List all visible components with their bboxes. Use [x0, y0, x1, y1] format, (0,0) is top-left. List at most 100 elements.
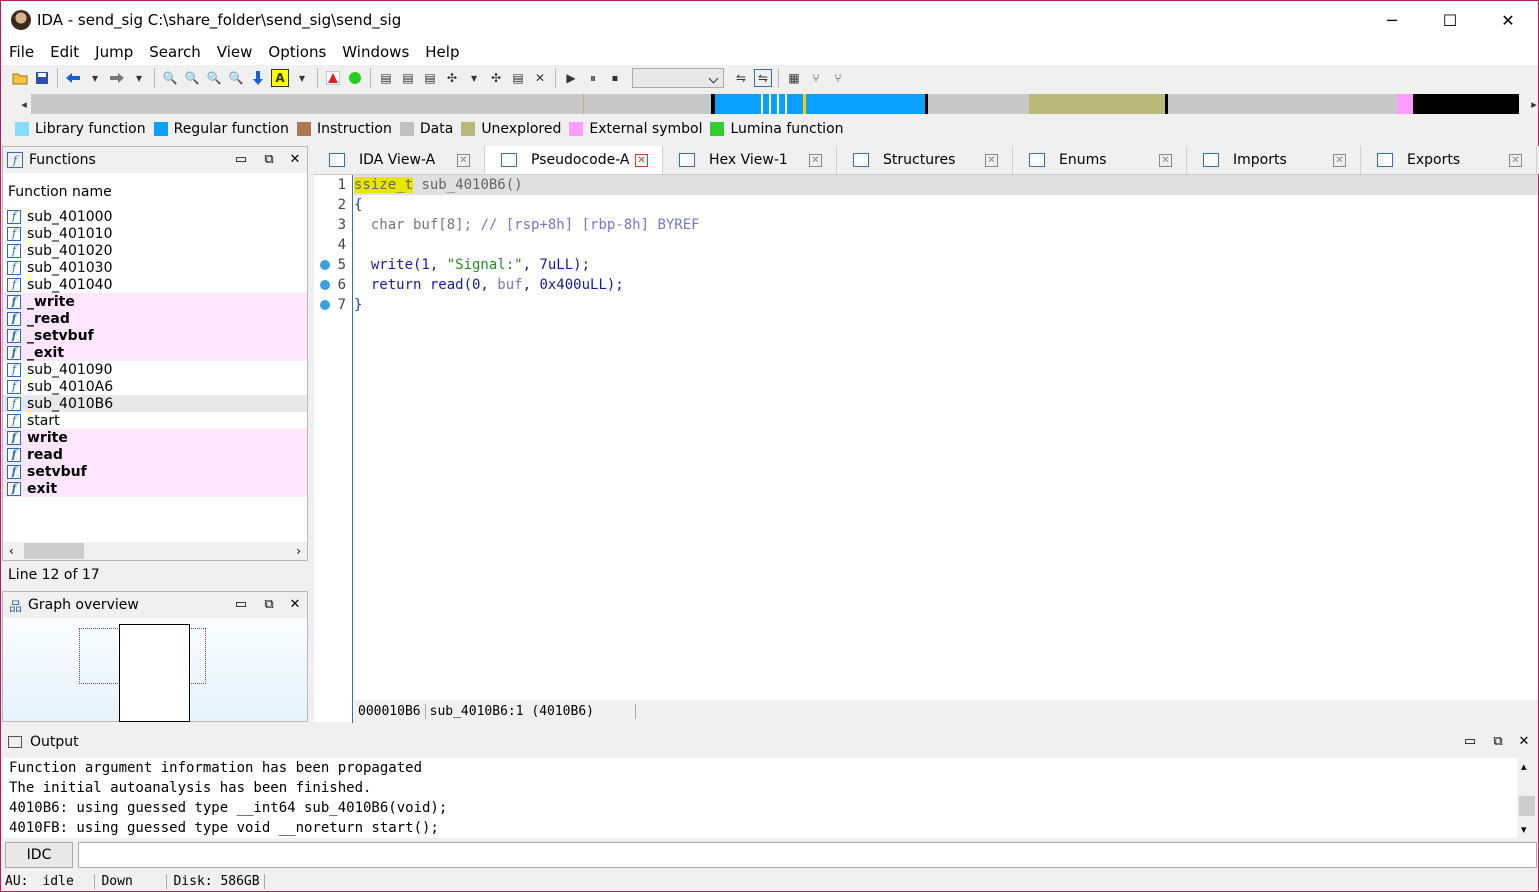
panel-float-icon[interactable]: ⧉: [1490, 733, 1506, 749]
function-row-read[interactable]: f read: [3, 446, 307, 463]
tab-close-icon[interactable]: ✕: [1333, 153, 1346, 167]
function-row-sub-401000[interactable]: f sub_401000: [3, 208, 307, 225]
debugger-select[interactable]: [632, 68, 724, 88]
function-row-sub-401010[interactable]: f sub_401010: [3, 225, 307, 242]
function-row-sub-401040[interactable]: f sub_401040: [3, 276, 307, 293]
hex-icon[interactable]: ▤: [377, 69, 395, 87]
forward-arrow-icon[interactable]: [108, 69, 126, 87]
tab-close-icon[interactable]: ✕: [457, 153, 470, 167]
breakpoint-dot-icon[interactable]: [320, 280, 330, 290]
reattach-icon[interactable]: ⇋: [754, 69, 772, 87]
panel-close-icon[interactable]: ✕: [287, 596, 303, 612]
function-row-sub-401030[interactable]: f sub_401030: [3, 259, 307, 276]
navigation-band[interactable]: [31, 94, 1519, 114]
debug-start-icon[interactable]: ▶: [562, 69, 580, 87]
function-row--write[interactable]: f _write: [3, 293, 307, 310]
scroll-left-icon[interactable]: ‹: [9, 544, 14, 558]
stop-analysis-icon[interactable]: [324, 69, 342, 87]
menu-file[interactable]: File: [1, 43, 42, 61]
debug-pause-icon[interactable]: ⏸: [584, 69, 602, 87]
code-line-5[interactable]: write(1, "Signal:", 7uLL);: [354, 255, 590, 275]
function-row-sub-4010b6[interactable]: f sub_4010B6: [3, 395, 307, 412]
function-row-sub-401090[interactable]: f sub_401090: [3, 361, 307, 378]
menu-search[interactable]: Search: [141, 43, 209, 61]
function-row-setvbuf[interactable]: f setvbuf: [3, 463, 307, 480]
scroll-right-icon[interactable]: ›: [296, 544, 301, 558]
breakpoint-dot-icon[interactable]: [320, 300, 330, 310]
function-row-write[interactable]: f write: [3, 429, 307, 446]
tab-hex-view-1[interactable]: Hex View-1 ✕: [663, 146, 837, 174]
panel-maximize-icon[interactable]: ▭: [233, 151, 249, 167]
output-vscrollbar[interactable]: ▴ ▾: [1517, 758, 1537, 838]
tab-pseudocode-a[interactable]: Pseudocode-A ✕: [485, 146, 663, 174]
code-icon[interactable]: ✣: [443, 69, 461, 87]
command-input[interactable]: [78, 842, 1537, 868]
menu-windows[interactable]: Windows: [334, 43, 417, 61]
function-icon[interactable]: ✣: [487, 69, 505, 87]
menu-help[interactable]: Help: [417, 43, 467, 61]
pseudocode-view[interactable]: 1 2 3 4 5 6 7 ssize_t sub_4010B6() { char buf[…: [314, 174, 1538, 723]
function-name-column-header[interactable]: Function name: [8, 184, 112, 200]
tab-close-icon[interactable]: ✕: [809, 153, 822, 167]
minimize-button[interactable]: ─: [1363, 1, 1421, 39]
forward-dropdown-icon[interactable]: ▾: [130, 69, 148, 87]
scroll-thumb[interactable]: [1519, 796, 1535, 816]
nav-right-arrow-icon[interactable]: ▸: [1525, 95, 1539, 113]
write-args[interactable]: , 7uLL);: [523, 257, 590, 273]
clear-trace-icon[interactable]: ⑂: [829, 69, 847, 87]
code-line-3[interactable]: char buf[8]; // [rsp+8h] [rbp-8h] BYREF: [354, 215, 700, 235]
functions-hscrollbar[interactable]: ‹ ›: [3, 542, 307, 560]
string-icon[interactable]: ▤: [421, 69, 439, 87]
code-line-2[interactable]: {: [354, 195, 362, 215]
panel-float-icon[interactable]: ⧉: [261, 151, 277, 167]
panel-close-icon[interactable]: ✕: [1516, 733, 1532, 749]
idc-language-button[interactable]: IDC: [5, 842, 73, 868]
function-row-exit[interactable]: f exit: [3, 480, 307, 497]
tab-close-icon[interactable]: ✕: [985, 153, 998, 167]
breakpoint-dot-icon[interactable]: [320, 260, 330, 270]
output-text[interactable]: Function argument information has been p…: [3, 758, 1517, 838]
function-row--setvbuf[interactable]: f _setvbuf: [3, 327, 307, 344]
tab-close-icon[interactable]: ✕: [635, 153, 648, 167]
panel-close-icon[interactable]: ✕: [287, 151, 303, 167]
save-icon[interactable]: [33, 69, 51, 87]
function-row--read[interactable]: f _read: [3, 310, 307, 327]
attach-icon[interactable]: ⇋: [732, 69, 750, 87]
code-line-7[interactable]: }: [354, 295, 362, 315]
debug-stop-icon[interactable]: ⏹: [606, 69, 624, 87]
write-call[interactable]: write(1,: [354, 257, 447, 273]
function-row-start[interactable]: f start: [3, 412, 307, 429]
panel-maximize-icon[interactable]: ▭: [233, 596, 249, 612]
scroll-thumb[interactable]: [23, 543, 84, 559]
breakpoints-icon[interactable]: ▦: [785, 69, 803, 87]
function-row--exit[interactable]: f _exit: [3, 344, 307, 361]
tab-enums[interactable]: Enums ✕: [1013, 146, 1187, 174]
scroll-down-icon[interactable]: ▾: [1521, 823, 1527, 836]
patch-icon[interactable]: ▤: [509, 69, 527, 87]
function-row-sub-401020[interactable]: f sub_401020: [3, 242, 307, 259]
local-declaration[interactable]: char buf[8];: [354, 217, 480, 233]
menu-view[interactable]: View: [209, 43, 261, 61]
tab-exports[interactable]: Exports ✕: [1361, 146, 1537, 174]
menu-jump[interactable]: Jump: [87, 43, 141, 61]
scroll-up-icon[interactable]: ▴: [1521, 760, 1527, 773]
tab-imports[interactable]: Imports ✕: [1187, 146, 1361, 174]
undefine-icon[interactable]: ✕: [531, 69, 549, 87]
code-line-6[interactable]: return read(0, buf, 0x400uLL);: [354, 275, 624, 295]
trace-icon[interactable]: ⑂: [807, 69, 825, 87]
function-row-sub-4010a6[interactable]: f sub_4010A6: [3, 378, 307, 395]
panel-maximize-icon[interactable]: ▭: [1462, 733, 1478, 749]
color-dropdown-icon[interactable]: ▾: [293, 69, 311, 87]
code-line-1[interactable]: ssize_t sub_4010B6(): [354, 175, 1538, 195]
string-literal[interactable]: "Signal:": [447, 257, 523, 273]
text-color-icon[interactable]: A: [271, 69, 289, 87]
search-binary-icon[interactable]: 🔍: [183, 69, 201, 87]
tab-ida-view-a[interactable]: IDA View-A ✕: [313, 146, 485, 174]
open-folder-icon[interactable]: [11, 69, 29, 87]
tab-structures[interactable]: Structures ✕: [837, 146, 1013, 174]
data-icon[interactable]: ▤: [399, 69, 417, 87]
function-signature[interactable]: sub_4010B6(): [413, 177, 522, 193]
read-args[interactable]: , 0x400uLL);: [523, 277, 624, 293]
search-next-icon[interactable]: 🔍: [227, 69, 245, 87]
return-read-call[interactable]: return read(0,: [354, 277, 497, 293]
